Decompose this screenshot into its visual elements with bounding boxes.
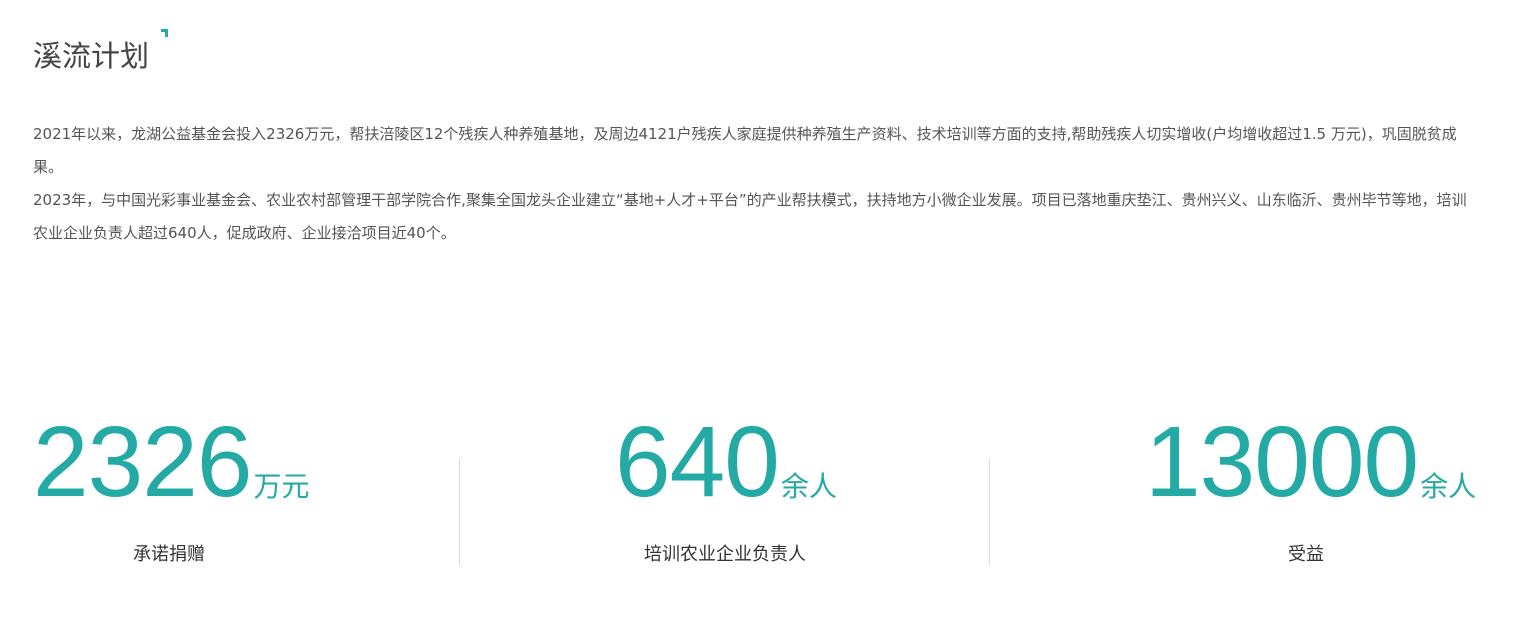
- intro-paragraph-1: 2021年以来，龙湖公益基金会投入2326万元，帮扶涪陵区12个残疾人种养殖基地…: [33, 125, 1457, 176]
- stat-beneficiaries-number: 13000: [1145, 406, 1419, 518]
- stat-trainees: 640余人 培训农业企业负责人: [460, 410, 989, 580]
- stats-row: 2326万元 承诺捐赠 640余人 培训农业企业负责人 13000余人 受益: [0, 410, 1514, 580]
- stat-trainees-number: 640: [615, 406, 780, 518]
- stat-donation-unit: 万元: [253, 470, 310, 503]
- stat-trainees-value: 640余人: [615, 410, 837, 514]
- stat-trainees-unit: 余人: [780, 470, 837, 503]
- stat-trainees-label: 培训农业企业负责人: [644, 544, 806, 565]
- page-title: 溪流计划: [33, 39, 150, 73]
- title-corner-accent: [161, 29, 168, 37]
- stat-donation-number: 2326: [33, 406, 252, 518]
- intro-text: 2021年以来，龙湖公益基金会投入2326万元，帮扶涪陵区12个残疾人种养殖基地…: [33, 118, 1473, 250]
- stat-beneficiaries-unit: 余人: [1420, 470, 1477, 503]
- intro-paragraph-2: 2023年，与中国光彩事业基金会、农业农村部管理干部学院合作,聚集全国龙头企业建…: [33, 191, 1467, 242]
- stat-beneficiaries: 13000余人 受益: [990, 410, 1514, 580]
- section-header: 溪流计划: [33, 29, 168, 76]
- stat-donation-value: 2326万元: [33, 410, 309, 514]
- stat-beneficiaries-label: 受益: [1288, 544, 1324, 565]
- stat-donation-label: 承诺捐赠: [133, 544, 205, 565]
- stat-beneficiaries-value: 13000余人: [1145, 410, 1476, 514]
- stat-donation: 2326万元 承诺捐赠: [0, 410, 459, 580]
